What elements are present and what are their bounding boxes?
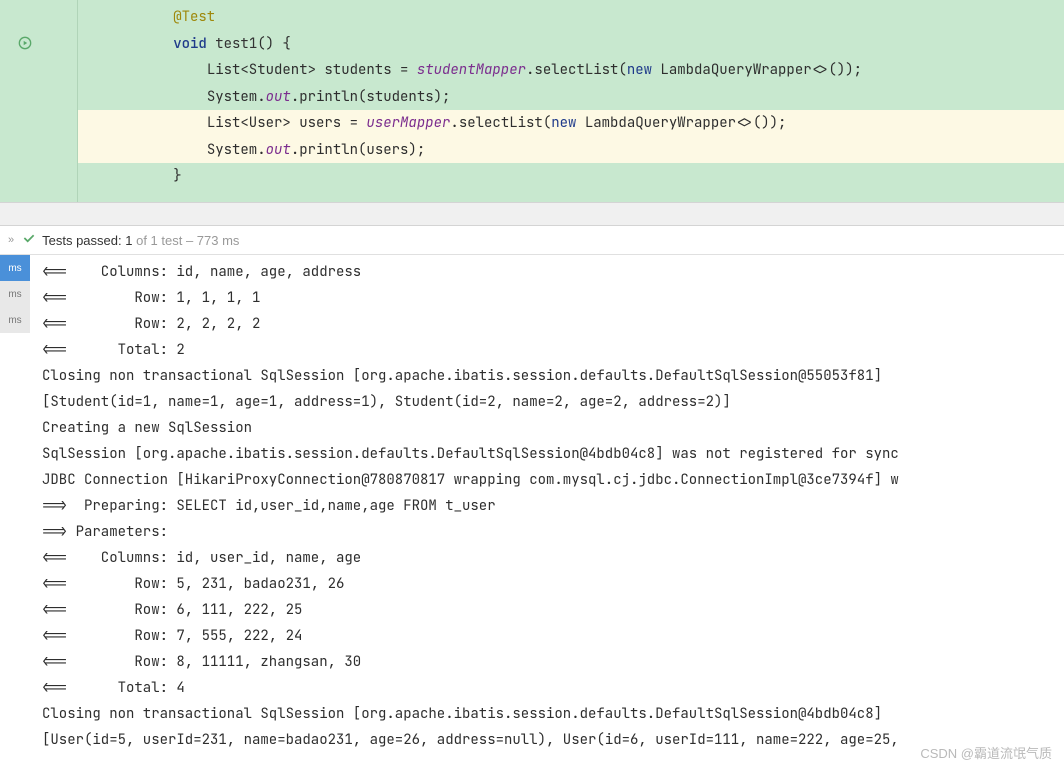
run-test-icon[interactable] [18,36,32,50]
code-line[interactable]: System.out.println(users); [78,137,1064,164]
code-line[interactable]: } [78,163,1064,190]
console-line: <== Total: 2 [42,337,1052,363]
console-line: <== Columns: id, name, age, address [42,259,1052,285]
editor-gutter [0,0,78,202]
console-line: ==> Preparing: SELECT id,user_id,name,ag… [42,493,1052,519]
code-line[interactable]: @Test [78,4,1064,31]
code-line[interactable]: System.out.println(students); [78,84,1064,111]
console-line: <== Row: 6, 111, 222, 25 [42,597,1052,623]
ms-badge[interactable]: ms [0,281,30,307]
code-line[interactable]: void test1() { [78,31,1064,58]
console-line: [Student(id=1, name=1, age=1, address=1)… [42,389,1052,415]
expand-chevron-icon[interactable]: » [8,234,14,246]
console-line: <== Row: 7, 555, 222, 24 [42,623,1052,649]
console-line: SqlSession [org.apache.ibatis.session.de… [42,441,1052,467]
console-line: <== Row: 8, 11111, zhangsan, 30 [42,649,1052,675]
console-line: <== Total: 4 [42,675,1052,701]
console-line: Creating a new SqlSession [42,415,1052,441]
console-output[interactable]: <== Columns: id, name, age, address<== R… [30,255,1064,768]
code-editor[interactable]: @Test void test1() { List<Student> stude… [0,0,1064,202]
console-line: <== Row: 5, 231, badao231, 26 [42,571,1052,597]
console-line: ==> Parameters: [42,519,1052,545]
editor-tab-strip [0,202,1064,226]
console-gutter: ms ms ms [0,255,30,768]
ms-badge[interactable]: ms [0,255,30,281]
code-content[interactable]: @Test void test1() { List<Student> stude… [0,0,1064,190]
console-line: Closing non transactional SqlSession [or… [42,701,1052,727]
test-status-bar: » Tests passed: 1 of 1 test – 773 ms [0,226,1064,255]
ms-badge[interactable]: ms [0,307,30,333]
console-panel: ms ms ms <== Columns: id, name, age, add… [0,255,1064,768]
console-line: JDBC Connection [HikariProxyConnection@7… [42,467,1052,493]
console-line: <== Row: 2, 2, 2, 2 [42,311,1052,337]
code-line[interactable]: List<Student> students = studentMapper.s… [78,57,1064,84]
code-line[interactable]: List<User> users = userMapper.selectList… [78,110,1064,137]
console-line: <== Row: 1, 1, 1, 1 [42,285,1052,311]
console-line: [User(id=5, userId=231, name=badao231, a… [42,727,1052,753]
console-line: <== Columns: id, user_id, name, age [42,545,1052,571]
tests-passed-label: Tests passed: 1 of 1 test – 773 ms [42,233,239,248]
console-line: Closing non transactional SqlSession [or… [42,363,1052,389]
check-icon [22,232,36,249]
